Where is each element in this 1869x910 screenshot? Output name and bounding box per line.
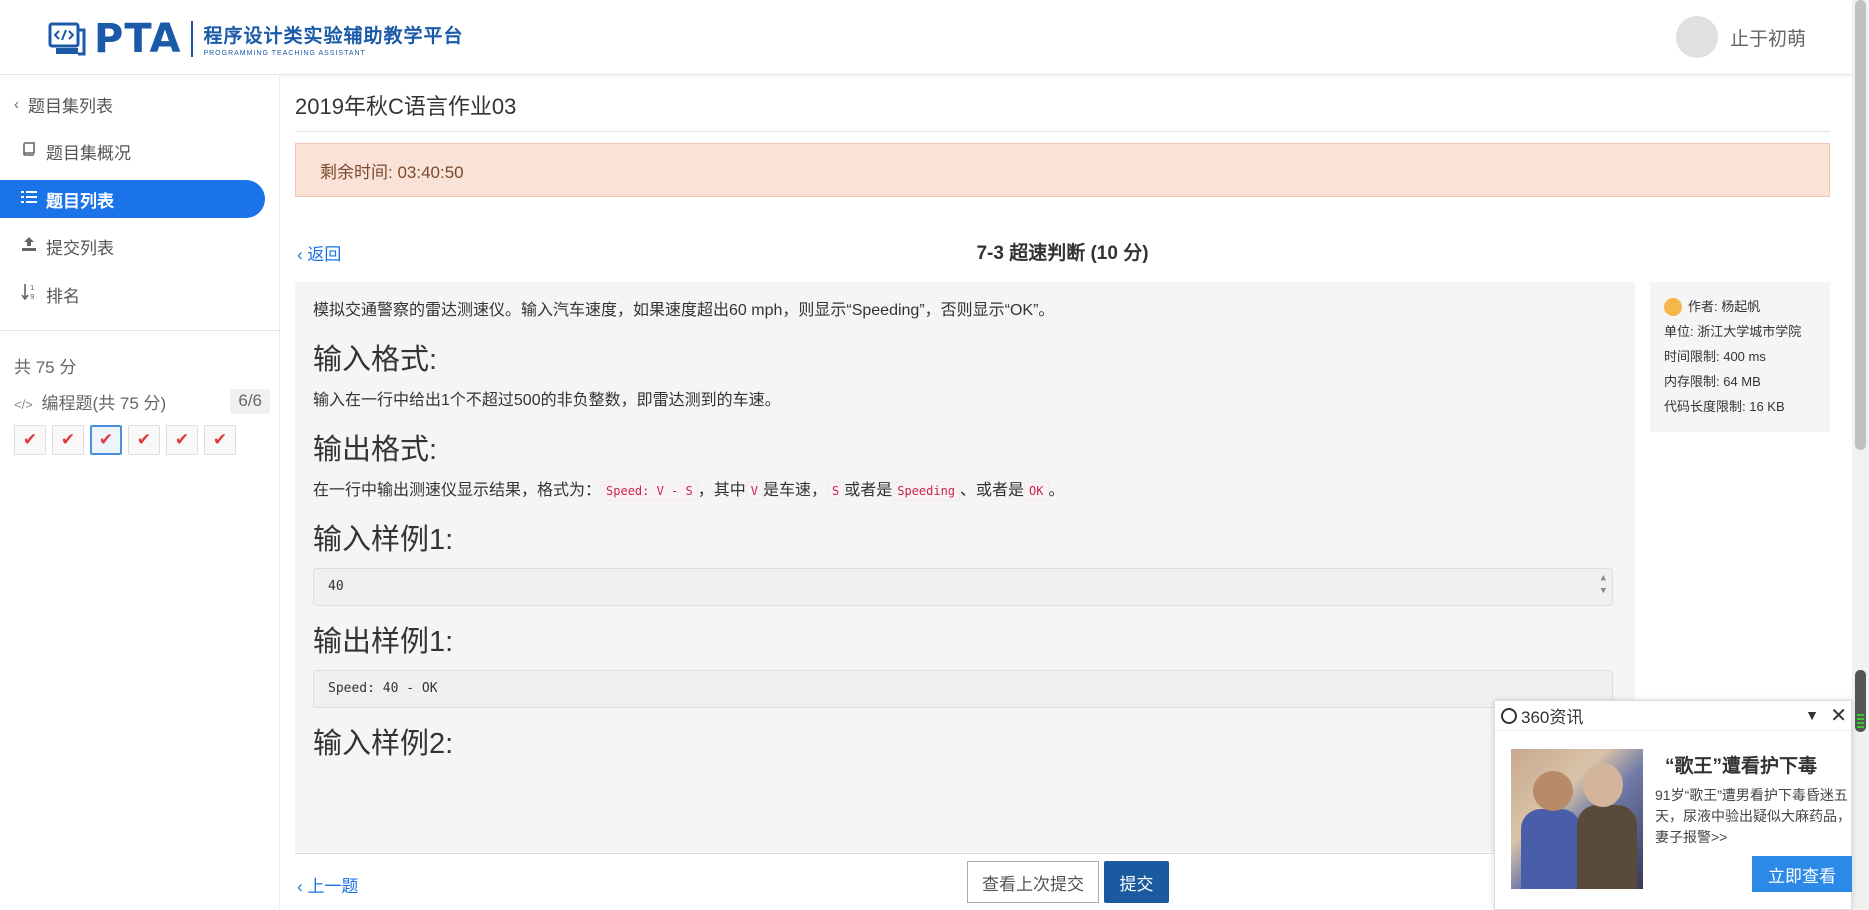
author: 作者: 杨起帆: [1688, 299, 1761, 314]
logo-english-name: PROGRAMMING TEACHING ASSISTANT: [203, 50, 366, 57]
input-format-heading: 输入格式:: [313, 344, 438, 376]
avatar[interactable]: [1675, 16, 1718, 58]
news-summary[interactable]: 91岁“歌王”遭男看护下毒昏迷五天，尿液中验出疑似大麻药品，妻子报警>>: [1655, 785, 1851, 848]
view-now-button[interactable]: 立即查看: [1752, 856, 1852, 892]
question-button-5[interactable]: ✔: [166, 425, 198, 455]
pta-logo[interactable]: PTA 程序设计类实验辅助教学平台 PROGRAMMING TEACHING A…: [48, 16, 463, 62]
scroll-arrows-icon[interactable]: ▲ ▼: [1601, 572, 1606, 598]
output-format-heading: 输出格式:: [313, 434, 438, 466]
user-menu[interactable]: 止于初萌: [1675, 16, 1806, 58]
previous-problem-link[interactable]: ‹ 上一题: [297, 872, 358, 897]
sample-input-1-heading: 输入样例1:: [313, 524, 454, 556]
news-image[interactable]: [1511, 749, 1643, 889]
svg-text:9: 9: [30, 293, 34, 301]
submit-button[interactable]: 提交: [1104, 861, 1169, 903]
sidebar: ‹ 题目集列表 题目集概况 题目列表 提交列表 19 排名 共 75 分 </>…: [0, 75, 280, 910]
problem-info-panel: 作者: 杨起帆 单位: 浙江大学城市学院 时间限制: 400 ms 内存限制: …: [1650, 282, 1830, 432]
sidebar-item-problem-list[interactable]: 题目列表: [0, 180, 265, 218]
problem-set-title: 2019年秋C语言作业03: [295, 94, 517, 119]
sidebar-item-ranking[interactable]: 19 排名: [18, 275, 80, 313]
popup-source: 360资讯: [1521, 708, 1584, 727]
check-icon: ✔: [60, 430, 76, 449]
scroll-widget[interactable]: [1855, 670, 1866, 732]
memory-limit: 内存限制: 64 MB: [1664, 374, 1761, 389]
bottom-action-bar: ‹ 上一题 查看上次提交 提交: [295, 853, 1535, 910]
logo-divider: [191, 21, 194, 57]
category-count-badge: 6/6: [230, 389, 270, 414]
question-button-4[interactable]: ✔: [128, 425, 160, 455]
chevron-left-icon: ‹: [297, 877, 303, 896]
unit: 单位: 浙江大学城市学院: [1664, 324, 1802, 339]
check-icon: ✔: [98, 430, 114, 449]
sample-output-1[interactable]: Speed: 40 - OK: [313, 670, 1613, 708]
scrollbar-thumb[interactable]: [1855, 0, 1866, 450]
sidebar-divider: [0, 330, 280, 331]
problem-statement: 模拟交通警察的雷达测速仪。输入汽车速度，如果速度超出60 mph，则显示“Spe…: [313, 302, 1055, 319]
news-headline[interactable]: “歌王”遭看护下毒: [1665, 751, 1817, 778]
close-icon[interactable]: ✕: [1830, 703, 1847, 728]
question-button-3[interactable]: ✔: [90, 425, 122, 455]
sample-output-1-heading: 输出样例1:: [313, 626, 454, 658]
logo-pta-text: PTA: [94, 16, 182, 62]
sidebar-item-submissions[interactable]: 提交列表: [18, 227, 114, 265]
output-format-text: 在一行中输出测速仪显示结果，格式为： Speed: V - S ，其中 V 是车速， S 或…: [313, 481, 1065, 501]
chevron-left-icon: ‹: [14, 95, 19, 113]
sidebar-back-link[interactable]: ‹ 题目集列表: [14, 85, 113, 123]
chevron-left-icon: ‹: [297, 245, 303, 264]
back-link[interactable]: ‹ 返回: [297, 240, 341, 265]
sidebar-item-overview[interactable]: 题目集概况: [18, 132, 131, 170]
problem-title: 7-3 超速判断 (10 分): [976, 243, 1149, 264]
award-badge-icon: [1664, 297, 1682, 316]
book-icon: [18, 142, 40, 160]
total-score: 共 75 分: [14, 358, 77, 377]
question-button-2[interactable]: ✔: [52, 425, 84, 455]
list-icon: [18, 190, 40, 208]
question-nav: ✔ ✔ ✔ ✔ ✔ ✔: [14, 425, 242, 455]
news-popup: 360资讯 ▼ ✕ “歌王”遭看护下毒 91岁“歌王”遭男看护下毒昏迷五天，尿液…: [1494, 700, 1852, 910]
upload-icon: [18, 236, 40, 256]
title-divider: [295, 131, 1830, 132]
code-icon: </>: [14, 397, 33, 412]
sort-icon: 19: [18, 283, 40, 305]
check-icon: ✔: [174, 430, 190, 449]
logo-chinese-name: 程序设计类实验辅助教学平台: [203, 26, 464, 47]
question-button-6[interactable]: ✔: [204, 425, 236, 455]
code-length-limit: 代码长度限制: 16 KB: [1664, 399, 1785, 414]
check-icon: ✔: [136, 430, 152, 449]
check-icon: ✔: [22, 430, 38, 449]
problem-description: 模拟交通警察的雷达测速仪。输入汽车速度，如果速度超出60 mph，则显示“Spe…: [295, 282, 1635, 852]
page-scrollbar[interactable]: [1852, 0, 1869, 910]
remaining-time-banner: 剩余时间: 03:40:50: [295, 143, 1830, 197]
check-icon: ✔: [212, 430, 228, 449]
code-monitor-icon: [48, 20, 86, 58]
question-button-1[interactable]: ✔: [14, 425, 46, 455]
sample-input-1[interactable]: 40 ▲ ▼: [313, 568, 1613, 606]
view-last-submission-button[interactable]: 查看上次提交: [967, 861, 1099, 903]
360-logo-icon: [1501, 707, 1517, 724]
time-limit: 时间限制: 400 ms: [1664, 349, 1766, 364]
input-format-text: 输入在一行中给出1个不超过500的非负整数，即雷达测到的车速。: [313, 392, 781, 409]
category-programming[interactable]: </> 编程题(共 75 分) 6/6: [14, 389, 270, 414]
svg-text:1: 1: [30, 284, 34, 292]
caret-down-icon[interactable]: ▼: [1805, 707, 1819, 723]
sample-input-2-heading: 输入样例2:: [313, 728, 454, 760]
username[interactable]: 止于初萌: [1730, 24, 1806, 51]
top-header: PTA 程序设计类实验辅助教学平台 PROGRAMMING TEACHING A…: [0, 0, 1852, 75]
